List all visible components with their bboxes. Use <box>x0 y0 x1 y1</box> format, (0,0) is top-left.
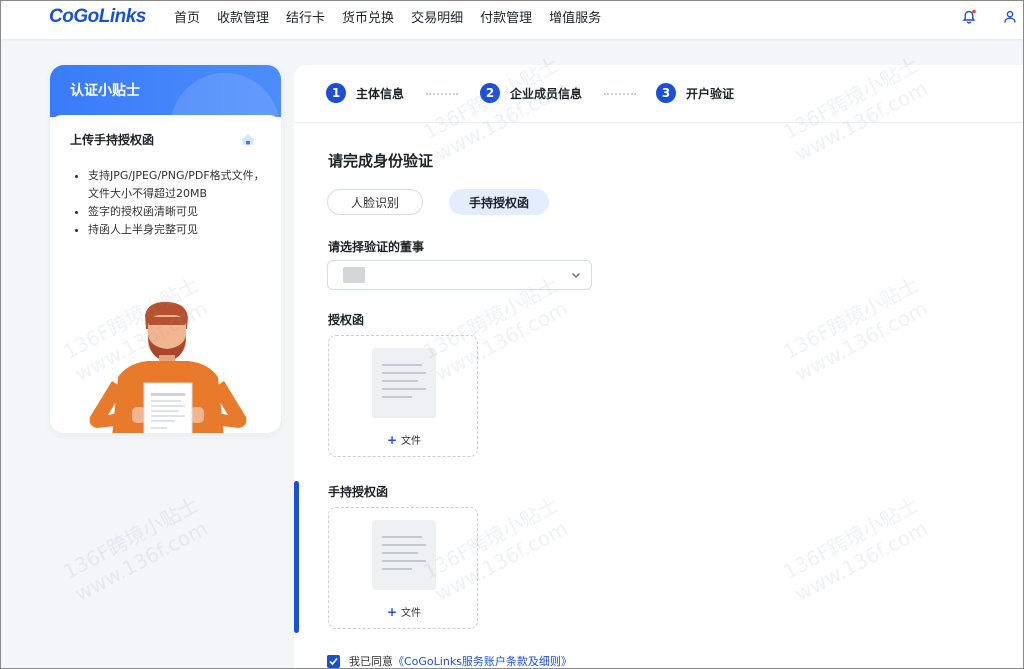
step-label: 主体信息 <box>356 86 405 101</box>
step-account-verification: 3 开户验证 <box>656 83 734 103</box>
nav-item-payment[interactable]: 付款管理 <box>480 7 532 26</box>
step-indicator: 1 主体信息 2 企业成员信息 3 开户验证 <box>294 65 1023 123</box>
auth-letter-upload[interactable]: + 文件 <box>328 335 478 457</box>
tip-body: 上传手持授权函 支持JPG/JPEG/PNG/PDF格式文件， 文件大小不得超过… <box>50 115 281 433</box>
step-entity-info: 1 主体信息 <box>326 83 404 103</box>
step-label: 企业成员信息 <box>510 86 583 101</box>
auth-letter-label: 授权函 <box>328 313 365 327</box>
step-member-info: 2 企业成员信息 <box>480 83 582 103</box>
home-icon <box>242 134 254 145</box>
terms-agreement: 我已同意 《CoGoLinks服务账户条款及细则》 <box>327 653 572 668</box>
step-connector <box>426 93 458 95</box>
hand-letter-upload[interactable]: + 文件 <box>328 507 478 629</box>
scrollbar-thumb[interactable] <box>294 481 299 633</box>
redacted-value <box>343 267 365 283</box>
nav-menu: 首页 收款管理 结行卡 货币兑换 交易明细 付款管理 增值服务 <box>174 1 618 31</box>
upload-label: 文件 <box>401 436 422 447</box>
step-number: 1 <box>326 83 346 103</box>
tip-item: 持函人上半身完整可见 <box>88 221 268 239</box>
director-select[interactable] <box>327 260 592 290</box>
bell-icon[interactable] <box>961 9 977 25</box>
user-icon[interactable] <box>1002 9 1018 25</box>
nav-item-value-added[interactable]: 增值服务 <box>549 7 601 26</box>
nav-item-collection[interactable]: 收款管理 <box>217 7 269 26</box>
section-title: 请完成身份验证 <box>328 152 434 170</box>
nav-item-currency-exchange[interactable]: 货币兑换 <box>342 7 394 26</box>
upload-label: 文件 <box>401 608 422 619</box>
page-frame: CoGoLinks 首页 收款管理 结行卡 货币兑换 交易明细 付款管理 增值服… <box>0 0 1024 669</box>
tab-face-recognition[interactable]: 人脸识别 <box>327 189 423 215</box>
step-number: 3 <box>656 83 676 103</box>
watermark: 136F跨境小贴士www.136f.com <box>59 492 212 607</box>
document-icon <box>372 520 436 590</box>
agree-checkbox[interactable] <box>327 654 340 668</box>
verification-panel: 1 主体信息 2 企业成员信息 3 开户验证 请完成身份验证 人脸识别 手持授权… <box>294 65 1023 668</box>
nav-item-home[interactable]: 首页 <box>174 7 200 26</box>
upload-file-button[interactable]: + 文件 <box>329 432 479 447</box>
tip-header: 认证小贴士 <box>50 65 281 183</box>
logo[interactable]: CoGoLinks <box>49 6 146 28</box>
tip-item: 签字的授权函清晰可见 <box>88 203 268 221</box>
nav-item-transactions[interactable]: 交易明细 <box>411 7 463 26</box>
director-label: 请选择验证的董事 <box>328 240 425 254</box>
person-holding-letter-illustration <box>89 301 247 433</box>
upload-file-button[interactable]: + 文件 <box>329 604 479 619</box>
tip-subtitle: 上传手持授权函 <box>70 133 155 147</box>
top-nav: CoGoLinks 首页 收款管理 结行卡 货币兑换 交易明细 付款管理 增值服… <box>1 1 1023 39</box>
step-label: 开户验证 <box>686 86 735 101</box>
tip-item: 支持JPG/JPEG/PNG/PDF格式文件， 文件大小不得超过20MB <box>88 167 268 203</box>
tip-list: 支持JPG/JPEG/PNG/PDF格式文件， 文件大小不得超过20MB 签字的… <box>88 167 268 239</box>
tip-title: 认证小贴士 <box>70 83 140 99</box>
document-icon <box>372 348 436 418</box>
terms-link[interactable]: 《CoGoLinks服务账户条款及细则》 <box>393 653 572 668</box>
nav-item-settlement-card[interactable]: 结行卡 <box>286 7 325 26</box>
agree-text: 我已同意 <box>349 655 393 668</box>
check-icon <box>329 657 338 665</box>
step-number: 2 <box>480 83 500 103</box>
hand-letter-label: 手持授权函 <box>328 485 389 499</box>
tip-card: 认证小贴士 上传手持授权函 支持JPG/JPEG/PNG/PDF格式文件， 文件… <box>50 65 281 433</box>
step-connector <box>604 93 636 95</box>
plus-icon: + <box>386 605 398 619</box>
plus-icon: + <box>386 433 398 447</box>
tab-hand-held-letter[interactable]: 手持授权函 <box>449 189 549 215</box>
chevron-down-icon <box>572 273 580 278</box>
